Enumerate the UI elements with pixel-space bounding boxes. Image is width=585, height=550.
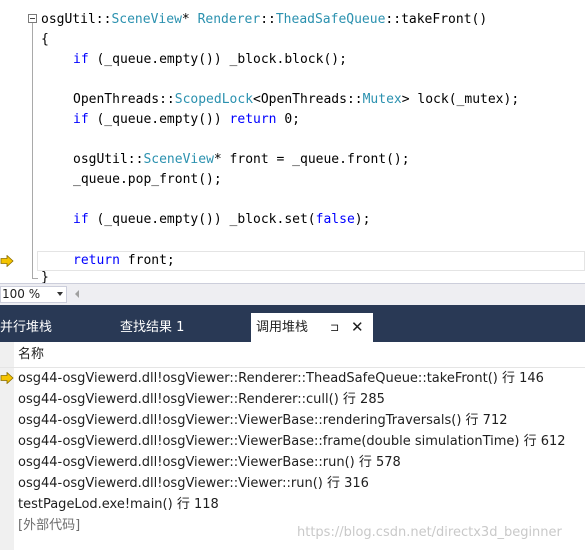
code-token: osgUtil:: <box>73 152 144 167</box>
code-line-7[interactable]: _queue.pop_front(); <box>73 170 222 190</box>
code-editor[interactable]: osgUtil::SceneView* Renderer::TheadSafeQ… <box>0 0 585 283</box>
code-line-3[interactable]: if (_queue.empty()) _block.block(); <box>73 50 347 70</box>
code-token: (_queue.empty()) _block.block(); <box>88 52 347 67</box>
code-line-5[interactable]: if (_queue.empty()) return 0; <box>73 110 300 130</box>
code-token: * <box>181 12 198 27</box>
code-line-1[interactable]: osgUtil::SceneView* Renderer::TheadSafeQ… <box>41 10 487 30</box>
code-token: false <box>315 212 355 227</box>
code-token: osgUtil <box>41 12 96 27</box>
editor-gutter[interactable] <box>0 0 20 283</box>
list-item[interactable]: osg44-osgViewerd.dll!osgViewer::Renderer… <box>14 368 585 389</box>
code-token: return <box>229 112 277 127</box>
code-token: OpenThreads:: <box>73 92 175 107</box>
list-item[interactable]: osg44-osgViewerd.dll!osgViewer::Renderer… <box>14 389 585 410</box>
frame-label: osg44-osgViewerd.dll!osgViewer::Renderer… <box>18 371 544 386</box>
code-token: if <box>73 212 89 227</box>
list-item[interactable]: osg44-osgViewerd.dll!osgViewer::ViewerBa… <box>14 452 585 473</box>
code-token: SceneView <box>143 152 214 167</box>
code-token: <OpenThreads:: <box>253 92 363 107</box>
frame-label: osg44-osgViewerd.dll!osgViewer::Viewer::… <box>18 476 369 491</box>
list-item[interactable]: osg44-osgViewerd.dll!osgViewer::ViewerBa… <box>14 410 585 431</box>
watermark: https://blog.csdn.net/directx3d_beginner <box>297 525 562 540</box>
call-stack-list[interactable]: 名称 osg44-osgViewerd.dll!osgViewer::Rende… <box>0 342 585 550</box>
scroll-left-icon[interactable] <box>75 290 79 298</box>
close-icon[interactable]: ✕ <box>351 313 364 342</box>
tab-parallel-stacks[interactable]: 并行堆栈 <box>0 313 52 342</box>
frame-label: osg44-osgViewerd.dll!osgViewer::Renderer… <box>18 392 385 407</box>
current-frame-arrow-icon <box>0 372 14 384</box>
code-token: :: <box>260 12 276 27</box>
code-token: (_queue.empty()) <box>88 112 230 127</box>
zoom-value: 100 % <box>2 287 41 301</box>
editor-status-bar: 100 % <box>0 283 585 305</box>
code-token: front; <box>119 253 175 268</box>
code-token: :: <box>385 12 402 27</box>
code-line-8[interactable]: if (_queue.empty()) _block.set(false); <box>73 210 370 230</box>
chevron-down-icon[interactable] <box>57 292 63 296</box>
zoom-combobox[interactable]: 100 % <box>0 286 67 303</box>
tab-find-results[interactable]: 查找结果 1 <box>120 313 184 342</box>
frame-label: osg44-osgViewerd.dll!osgViewer::ViewerBa… <box>18 413 508 428</box>
pin-icon[interactable]: ⊐ <box>330 313 339 342</box>
code-token: if <box>73 112 89 127</box>
list-item[interactable]: testPageLod.exe!main() 行 118 <box>14 494 585 515</box>
outline-guide <box>32 23 33 278</box>
code-token: ); <box>354 212 371 227</box>
frame-label: testPageLod.exe!main() 行 118 <box>18 497 219 512</box>
tab-call-stack-label: 调用堆栈 <box>256 320 309 335</box>
code-line-6[interactable]: osgUtil::SceneView* front = _queue.front… <box>73 150 410 170</box>
code-token: takeFront() <box>401 12 488 27</box>
current-statement-arrow-icon <box>0 255 14 267</box>
frame-label: [外部代码] <box>18 518 81 533</box>
code-token: * front = _queue.front(); <box>213 152 410 167</box>
list-item[interactable]: osg44-osgViewerd.dll!osgViewer::Viewer::… <box>14 473 585 494</box>
code-token: if <box>73 52 89 67</box>
code-token: :: <box>95 12 112 27</box>
collapse-outline-icon[interactable] <box>28 14 37 23</box>
column-header[interactable]: 名称 <box>0 342 585 368</box>
outline-guide-end <box>32 278 38 279</box>
code-token: Renderer <box>197 12 261 27</box>
code-token: ScopedLock <box>174 92 254 107</box>
code-token: Mutex <box>362 92 402 107</box>
code-line-10[interactable]: } <box>41 268 49 283</box>
code-line-2[interactable]: { <box>41 30 49 50</box>
code-line-9[interactable]: return front; <box>73 251 175 271</box>
frame-label: osg44-osgViewerd.dll!osgViewer::ViewerBa… <box>18 434 566 449</box>
code-token: SceneView <box>111 12 182 27</box>
code-line-4[interactable]: OpenThreads::ScopedLock<OpenThreads::Mut… <box>73 90 519 110</box>
column-header-name[interactable]: 名称 <box>18 342 44 368</box>
code-token: TheadSafeQueue <box>275 12 386 27</box>
code-token: (_queue.empty()) _block.set( <box>88 212 316 227</box>
code-token: > lock(_mutex); <box>401 92 520 107</box>
code-token: return <box>73 253 120 268</box>
list-item[interactable]: osg44-osgViewerd.dll!osgViewer::ViewerBa… <box>14 431 585 452</box>
tab-call-stack[interactable]: 调用堆栈 ⊐ ✕ <box>251 313 373 342</box>
code-token: 0; <box>276 112 300 127</box>
frame-label: osg44-osgViewerd.dll!osgViewer::ViewerBa… <box>18 455 401 470</box>
